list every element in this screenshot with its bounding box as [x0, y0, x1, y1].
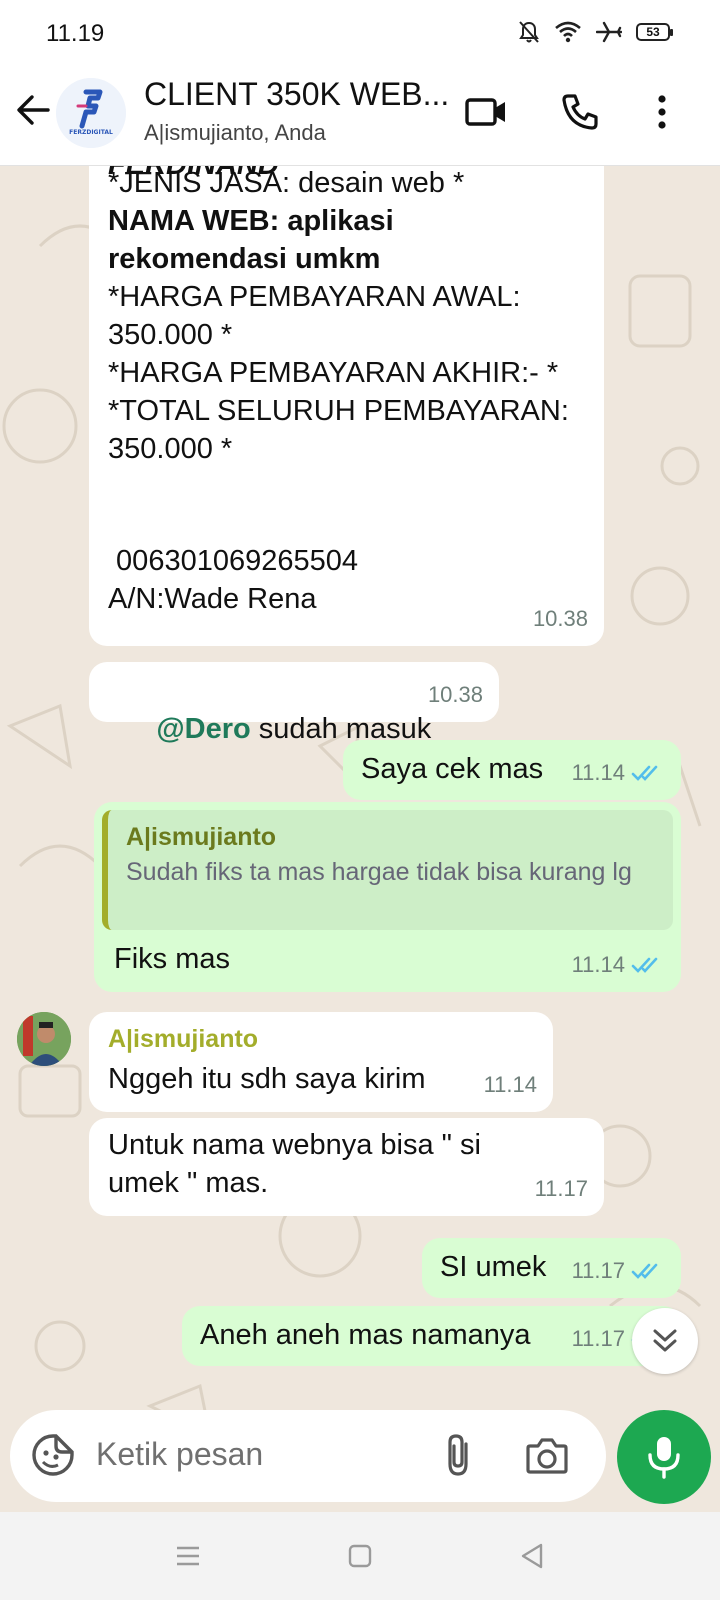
- message-incoming[interactable]: @Dero sudah masuk 10.38: [89, 662, 499, 745]
- message-text: A/N:Wade Rena: [108, 583, 317, 615]
- message-text: NAMA WEB: aplikasi: [108, 205, 394, 237]
- chat-title[interactable]: CLIENT 350K WEB...: [144, 76, 449, 113]
- phone-icon: [562, 94, 598, 130]
- message-time: 11.17: [571, 1258, 625, 1283]
- message-time: 11.14: [571, 952, 625, 977]
- microphone-icon: [648, 1437, 680, 1479]
- read-ticks-icon: [631, 765, 658, 781]
- camera-icon: [526, 1438, 568, 1474]
- square-icon: [348, 1544, 372, 1568]
- message-text: Untuk nama webnya bisa " si: [108, 1129, 481, 1161]
- message-text: *HARGA PEMBAYARAN AKHIR:- *: [108, 357, 559, 389]
- message-time: 10.38: [532, 606, 588, 631]
- scroll-to-bottom-button[interactable]: [632, 1308, 698, 1374]
- message-time: 11.17: [571, 1326, 625, 1351]
- double-chevron-down-icon: [653, 1329, 677, 1352]
- message-text: umek " mas.: [108, 1167, 269, 1199]
- person-photo-icon: [17, 1012, 71, 1066]
- back-nav-button[interactable]: [512, 1536, 552, 1576]
- chat-header: FERZDIGITAL CLIENT 350K WEB... A|ismujia…: [0, 66, 720, 166]
- message-outgoing[interactable]: Aneh aneh mas namanya 11.17: [182, 1306, 681, 1366]
- ferzdigital-logo: FERZDIGITAL: [56, 78, 126, 148]
- read-ticks-icon: [631, 957, 658, 973]
- message-outgoing[interactable]: Saya cek mas 11.14: [343, 740, 681, 800]
- message-input-bar: Ketik pesan: [10, 1410, 606, 1502]
- status-bar: 11.19 53: [0, 0, 720, 66]
- chat-messages[interactable]: FERDINAND *JENIS JASA: desain web * NAMA…: [0, 166, 720, 1512]
- message-text: Nggeh itu sdh saya kirim: [108, 1063, 426, 1095]
- system-navigation-bar: [0, 1512, 720, 1600]
- read-ticks-icon: [631, 1263, 658, 1279]
- message-text: Fiks mas: [114, 943, 230, 975]
- menu-lines-icon: [177, 1546, 199, 1566]
- message-text: 350.000 *: [108, 433, 233, 465]
- video-call-button[interactable]: [462, 88, 510, 136]
- message-input[interactable]: Ketik pesan: [96, 1436, 263, 1473]
- triangle-back-icon: [521, 1543, 543, 1569]
- video-camera-icon: [465, 98, 505, 126]
- quote-text: Sudah fiks ta mas hargae tidak bisa kura…: [126, 858, 632, 886]
- message-text: *TOTAL SELURUH PEMBAYARAN:: [108, 395, 569, 427]
- mention-link[interactable]: @Dero: [156, 713, 250, 745]
- status-time: 11.19: [46, 20, 105, 47]
- attach-button[interactable]: [436, 1432, 484, 1480]
- camera-button[interactable]: [524, 1432, 572, 1480]
- sticker-icon: [32, 1434, 74, 1476]
- kebab-menu-icon: [658, 95, 666, 129]
- message-incoming[interactable]: FERDINAND *JENIS JASA: desain web * NAMA…: [89, 166, 604, 646]
- quoted-message[interactable]: A|ismujianto Sudah fiks ta mas hargae ti…: [102, 810, 673, 930]
- mute-bell-icon: [519, 21, 539, 43]
- sender-avatar[interactable]: [17, 1012, 71, 1066]
- message-text: Aneh aneh mas namanya: [200, 1319, 531, 1351]
- group-avatar[interactable]: FERZDIGITAL: [56, 78, 126, 148]
- home-button[interactable]: [340, 1536, 380, 1576]
- svg-text:FERZDIGITAL: FERZDIGITAL: [69, 129, 113, 136]
- recents-button[interactable]: [168, 1536, 208, 1576]
- message-text: 350.000 *: [108, 319, 233, 351]
- back-button[interactable]: [14, 88, 58, 132]
- voice-message-button[interactable]: [617, 1410, 711, 1504]
- message-incoming[interactable]: Untuk nama webnya bisa " si umek " mas. …: [89, 1118, 604, 1216]
- status-icons: 53: [518, 20, 673, 44]
- message-text: *JENIS JASA: desain web *: [108, 167, 465, 199]
- paperclip-icon: [448, 1434, 468, 1476]
- message-time: 11.17: [534, 1176, 588, 1201]
- quote-author: A|ismujianto: [126, 823, 277, 851]
- chat-participants[interactable]: A|ismujianto, Anda: [144, 120, 326, 146]
- wifi-icon: [555, 21, 581, 43]
- airplane-icon: [596, 21, 622, 43]
- sticker-button[interactable]: [30, 1432, 78, 1480]
- message-incoming[interactable]: A|ismujianto Nggeh itu sdh saya kirim 11…: [89, 1012, 553, 1112]
- message-text: *HARGA PEMBAYARAN AWAL:: [108, 281, 521, 313]
- message-time: 11.14: [483, 1072, 537, 1097]
- sender-name[interactable]: A|ismujianto: [108, 1020, 258, 1058]
- message-text: SI umek: [440, 1251, 547, 1283]
- message-outgoing-reply[interactable]: A|ismujianto Sudah fiks ta mas hargae ti…: [94, 802, 681, 992]
- battery-icon: 53: [636, 23, 673, 41]
- message-text: 006301069265504: [108, 545, 358, 577]
- voice-call-button[interactable]: [556, 88, 604, 136]
- more-options-button[interactable]: [638, 88, 686, 136]
- message-text: Saya cek mas: [361, 753, 544, 785]
- message-outgoing[interactable]: SI umek 11.17: [422, 1238, 681, 1298]
- arrow-left-icon: [17, 95, 50, 125]
- message-time: 11.14: [571, 760, 625, 785]
- message-text: rekomendasi umkm: [108, 243, 381, 275]
- message-time: 10.38: [427, 682, 483, 707]
